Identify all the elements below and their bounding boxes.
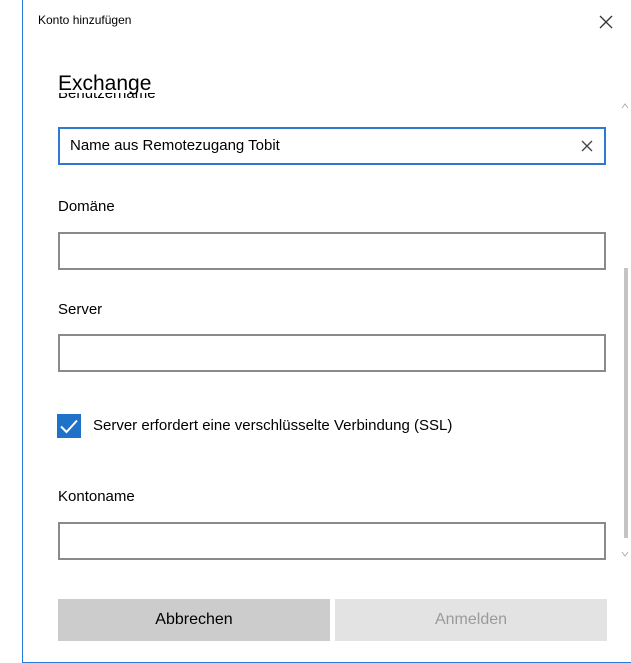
ssl-checkbox[interactable] xyxy=(57,414,81,438)
scroll-up-arrow-icon[interactable] xyxy=(621,102,629,110)
scrollbar-thumb[interactable] xyxy=(624,268,628,538)
sign-in-button[interactable]: Anmelden xyxy=(335,599,607,641)
account-name-field[interactable] xyxy=(58,522,606,560)
ssl-label[interactable]: Server erfordert eine verschlüsselte Ver… xyxy=(93,417,452,434)
server-label: Server xyxy=(58,301,103,318)
checkmark-icon xyxy=(60,419,78,434)
dialog-left-border xyxy=(22,0,23,663)
server-field[interactable] xyxy=(58,334,606,372)
account-name-input[interactable] xyxy=(70,532,570,549)
username-field[interactable] xyxy=(58,127,606,165)
clear-username-button[interactable] xyxy=(580,139,594,153)
scrollbar[interactable] xyxy=(620,102,630,562)
server-input[interactable] xyxy=(70,344,570,361)
scroll-down-arrow-icon[interactable] xyxy=(621,550,629,558)
username-input[interactable] xyxy=(70,137,570,154)
page-heading: Exchange xyxy=(58,72,152,95)
close-icon xyxy=(599,15,613,29)
dialog-title: Konto hinzufügen xyxy=(38,13,132,27)
cancel-button[interactable]: Abbrechen xyxy=(58,599,330,641)
clear-icon xyxy=(581,140,593,152)
close-button[interactable] xyxy=(597,13,615,31)
domain-input[interactable] xyxy=(70,242,570,259)
domain-label: Domäne xyxy=(58,198,115,215)
account-name-label: Kontoname xyxy=(58,488,135,505)
domain-field[interactable] xyxy=(58,232,606,270)
